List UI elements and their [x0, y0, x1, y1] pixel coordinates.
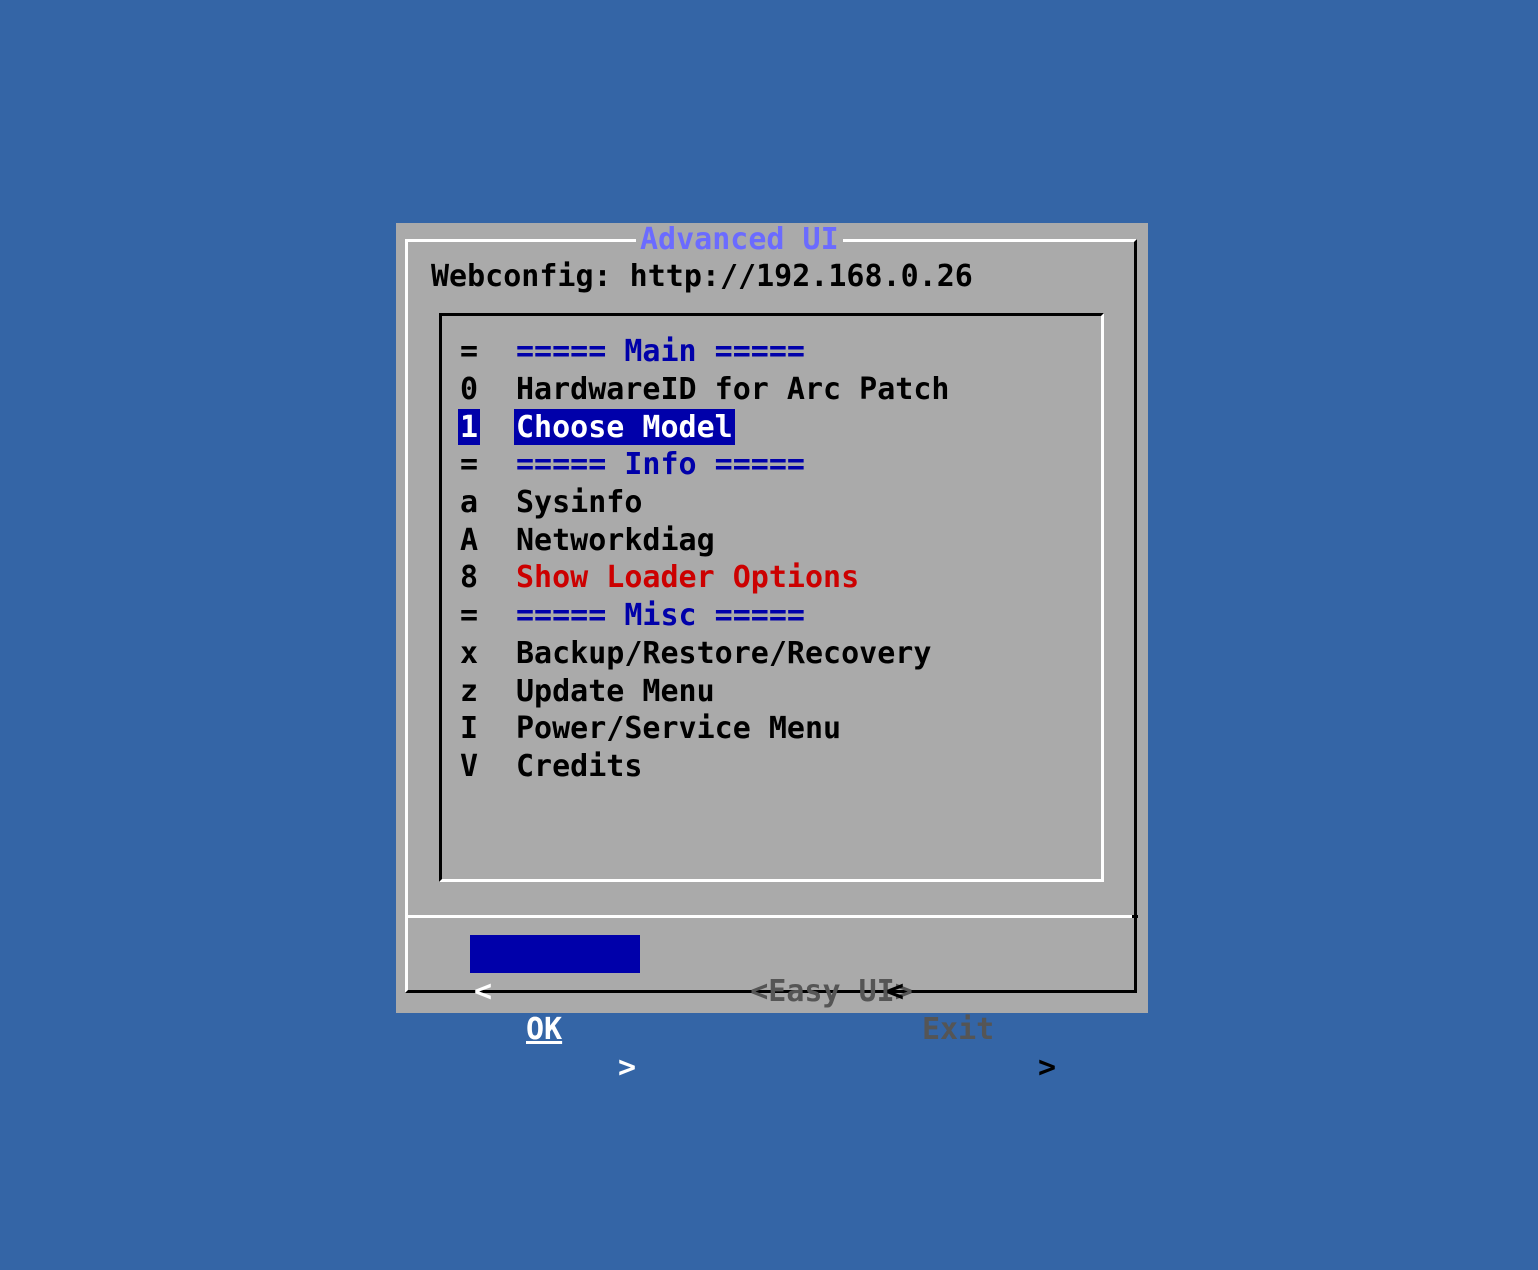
menu-label: Update Menu	[516, 674, 715, 709]
menu-label: Backup/Restore/Recovery	[516, 636, 932, 671]
menu-key: =	[459, 334, 479, 369]
menu-label: ===== Info =====	[516, 447, 805, 482]
menu-label: HardwareID for Arc Patch	[516, 372, 950, 407]
menu-item-backup-restore[interactable]: x Backup/Restore/Recovery	[458, 635, 931, 673]
menu-label: Credits	[516, 749, 643, 784]
exit-right-bracket: >	[1037, 1050, 1056, 1085]
menu-key: x	[459, 636, 479, 671]
menu-label: Show Loader Options	[516, 560, 860, 595]
button-separator	[408, 915, 1138, 918]
menu-key: V	[459, 749, 479, 784]
menu-label: Choose Model	[514, 409, 735, 445]
menu-key: A	[459, 523, 479, 558]
menu-label: ===== Misc =====	[516, 598, 805, 633]
menu-item-update-menu[interactable]: z Update Menu	[458, 673, 715, 711]
menu-key: 8	[459, 560, 479, 595]
menu-separator-main: = ===== Main =====	[458, 333, 805, 371]
menu-item-networkdiag[interactable]: A Networkdiag	[458, 522, 715, 560]
ok-left-bracket: <	[474, 974, 493, 1009]
menu-label: ===== Main =====	[516, 334, 805, 369]
menu-label: Sysinfo	[516, 485, 643, 520]
ok-label: OK	[526, 1012, 563, 1047]
ok-right-bracket: >	[617, 1050, 636, 1085]
menu-separator-misc: = ===== Misc =====	[458, 597, 805, 635]
menu-item-choose-model[interactable]: 1 Choose Model	[458, 409, 735, 447]
exit-button[interactable]: < Exit >	[886, 935, 1056, 1085]
menu-label: Networkdiag	[516, 523, 715, 558]
menu-item-power-service[interactable]: I Power/Service Menu	[458, 710, 841, 748]
menu-key: I	[459, 711, 479, 746]
menu-item-credits[interactable]: V Credits	[458, 748, 642, 786]
easy-ui-button[interactable]: <Easy UI>	[678, 935, 913, 1009]
menu-key: 1	[458, 409, 480, 445]
menu-item-show-loader-options[interactable]: 8 Show Loader Options	[458, 559, 859, 597]
dialog-title: Advanced UI	[636, 223, 843, 257]
menu-key: a	[459, 485, 479, 520]
exit-left-bracket: <	[886, 974, 905, 1009]
menu-separator-info: = ===== Info =====	[458, 446, 805, 484]
menu-key: =	[459, 598, 479, 633]
menu-item-hardwareid[interactable]: 0 HardwareID for Arc Patch	[458, 371, 950, 409]
menu-label: Power/Service Menu	[516, 711, 842, 746]
menu-key: z	[459, 674, 479, 709]
exit-label: Exit	[922, 1012, 995, 1047]
menu-key: =	[459, 447, 479, 482]
menu-key: 0	[459, 372, 479, 407]
ok-button[interactable]: < OK >	[470, 935, 640, 1085]
dialog: Advanced UI Webconfig: http://192.168.0.…	[396, 223, 1148, 1085]
webconfig-url: Webconfig: http://192.168.0.26	[431, 259, 973, 294]
menu-item-sysinfo[interactable]: a Sysinfo	[458, 484, 642, 522]
